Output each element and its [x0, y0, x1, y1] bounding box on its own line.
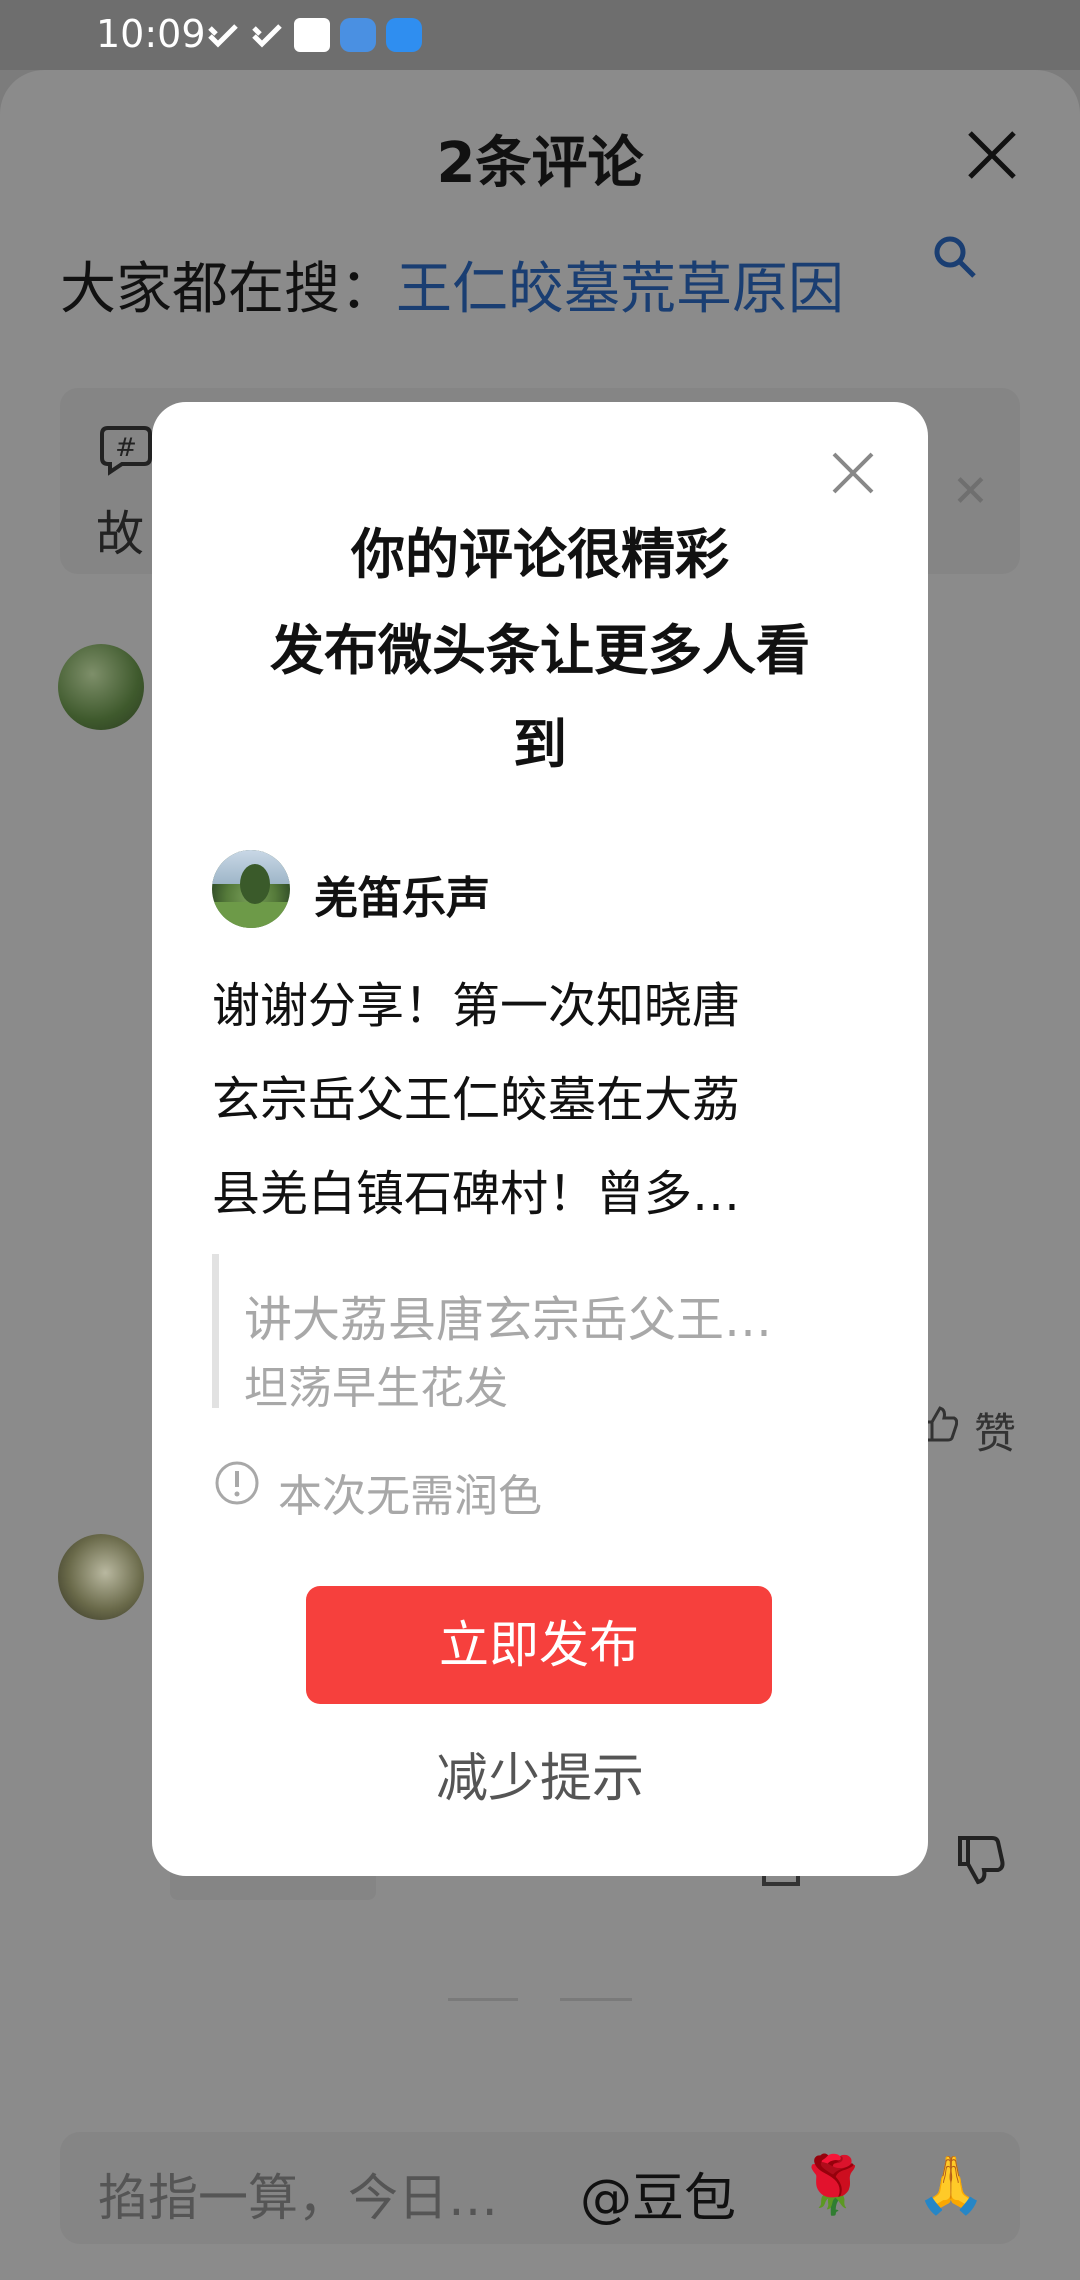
search-hint-prefix: 大家都在搜：	[60, 257, 396, 322]
quoted-article-title: 讲大荔县唐玄宗岳父王…	[244, 1292, 773, 1348]
comment-text-line: 玄宗岳父王仁皎墓在大荔	[212, 1072, 741, 1128]
polish-status-text: 本次无需润色	[278, 1471, 542, 1522]
status-time: 10:09	[96, 12, 206, 56]
weather-icon	[386, 18, 422, 52]
notification-icon	[252, 24, 282, 48]
avatar[interactable]	[58, 1534, 144, 1620]
svg-text:#: #	[115, 433, 137, 463]
like-label[interactable]: 赞	[974, 1400, 1016, 1461]
username: 羌笛乐声	[314, 873, 490, 924]
notification-icon	[208, 24, 238, 48]
divider	[560, 1998, 632, 2001]
dialog-title-line: 发布微头条让更多人看	[270, 619, 810, 682]
pray-emoji-button[interactable]: 🙏	[916, 2152, 986, 2218]
topic-text: 故	[96, 506, 145, 562]
comment-text-line: 谢谢分享！第一次知晓唐	[212, 978, 741, 1034]
divider	[448, 1998, 518, 2001]
hashtag-icon: #	[100, 426, 152, 476]
publish-now-button[interactable]: 立即发布	[306, 1586, 772, 1704]
status-bar: 10:09	[0, 0, 1080, 70]
comment-input-placeholder[interactable]: 掐指一算，今日…	[98, 2158, 498, 2230]
close-icon[interactable]	[830, 450, 876, 496]
dialog-title-line: 到	[513, 713, 567, 776]
dislike-icon[interactable]	[952, 1832, 1008, 1888]
search-icon[interactable]	[932, 234, 978, 280]
info-icon	[215, 1461, 259, 1505]
quoted-article-author: 坦荡早生花发	[244, 1363, 508, 1414]
topic-close-icon[interactable]: ✕	[952, 466, 989, 517]
avatar[interactable]	[58, 644, 144, 730]
app-icon	[294, 18, 330, 52]
browser-icon	[340, 18, 376, 52]
quote-bar	[212, 1254, 219, 1408]
rose-emoji-button[interactable]: 🌹	[798, 2152, 868, 2218]
search-hint[interactable]: 大家都在搜：王仁皎墓荒草原因	[60, 244, 844, 325]
comment-text-line: 县羌白镇石碑村！曾多…	[212, 1166, 741, 1222]
doubao-mention-button[interactable]: @豆包	[580, 2156, 736, 2231]
close-icon[interactable]	[962, 125, 1022, 185]
search-hint-keyword[interactable]: 王仁皎墓荒草原因	[396, 257, 844, 322]
dialog-title-line: 你的评论很精彩	[351, 523, 729, 586]
reduce-prompts-button[interactable]: 减少提示	[152, 1736, 928, 1811]
sheet-title: 2条评论	[436, 131, 644, 196]
user-avatar	[212, 850, 290, 928]
